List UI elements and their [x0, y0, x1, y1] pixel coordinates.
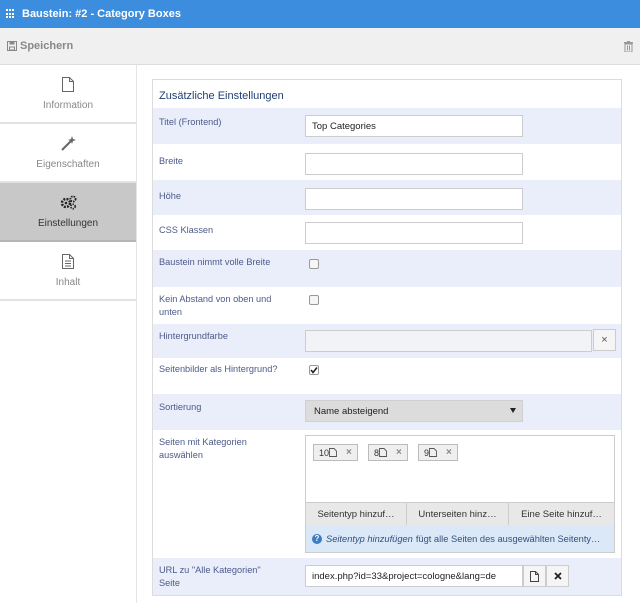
checkmark-icon: [310, 367, 318, 374]
pages-info-italic: Seitentyp hinzufügen: [326, 533, 413, 544]
title-frontend-input[interactable]: Top Categories: [305, 115, 523, 137]
no-spacing-label: Kein Abstand von oben und unten: [159, 294, 272, 317]
page-chip: 9 ×: [418, 444, 458, 461]
pages-info: ? Seitentyp hinzufügen fügt alle Seiten …: [306, 525, 614, 552]
page-chip: 10 ×: [313, 444, 358, 461]
page-images-bg-checkbox[interactable]: [309, 365, 319, 375]
full-width-checkbox[interactable]: [309, 259, 319, 269]
tab-information-label: Information: [42, 99, 94, 111]
row-page-images-bg: Seitenbilder als Hintergrund?: [153, 358, 621, 394]
tab-information[interactable]: Information: [0, 65, 136, 124]
css-classes-input[interactable]: [305, 222, 523, 244]
add-subpages-button[interactable]: Unterseiten hinz…: [407, 503, 509, 526]
add-page-type-button[interactable]: Seitentyp hinzuf…: [306, 503, 407, 526]
pages-info-text: fügt alle Seiten des ausgewählten Seiten…: [415, 533, 601, 544]
file-icon: [379, 448, 387, 457]
width-input[interactable]: [305, 153, 523, 175]
add-single-page-button[interactable]: Eine Seite hinzuf…: [509, 503, 614, 526]
bg-color-label: Hintergrundfarbe: [159, 331, 228, 341]
select-page-button[interactable]: [523, 565, 546, 587]
trash-icon[interactable]: [624, 41, 633, 52]
magic-wand-icon: [60, 135, 76, 151]
panel-title: Zusätzliche Einstellungen: [159, 90, 284, 102]
save-button[interactable]: Speichern: [7, 40, 73, 52]
sorting-select[interactable]: Name absteigend: [305, 400, 523, 422]
pages-selector: 10 × 8 × 9 × Seitentyp hinzuf… Unterseit…: [305, 435, 615, 553]
all-categories-url-input[interactable]: index.php?id=33&project=cologne&lang=de: [305, 565, 523, 587]
row-title-frontend: Titel (Frontend) Top Categories: [153, 108, 621, 144]
tab-einstellungen-label: Einstellungen: [37, 217, 99, 229]
sorting-value: Name absteigend: [314, 405, 389, 417]
sidebar: Information Eigenschaften Einstellungen …: [0, 65, 137, 603]
page-images-bg-label: Seitenbilder als Hintergrund?: [159, 364, 278, 374]
gears-icon: [60, 195, 76, 210]
file-icon: [329, 448, 337, 457]
remove-chip-icon[interactable]: ×: [446, 447, 452, 458]
grid-icon: [6, 9, 16, 19]
file-icon: [530, 570, 539, 582]
height-input[interactable]: [305, 188, 523, 210]
row-height: Höhe: [153, 180, 621, 215]
tab-inhalt-label: Inhalt: [55, 276, 81, 288]
row-width: Breite: [153, 144, 621, 180]
row-no-spacing: Kein Abstand von oben und unten: [153, 287, 621, 324]
file-text-icon: [62, 253, 74, 269]
tab-einstellungen[interactable]: Einstellungen: [0, 183, 136, 242]
pages-button-group: Seitentyp hinzuf… Unterseiten hinz… Eine…: [306, 502, 614, 526]
tab-eigenschaften[interactable]: Eigenschaften: [0, 124, 136, 183]
clear-url-button[interactable]: [546, 565, 569, 587]
close-icon: ×: [601, 334, 608, 346]
pages-label: Seiten mit Kategorien auswählen: [159, 437, 247, 460]
window-titlebar: Baustein: #2 - Category Boxes: [0, 0, 640, 28]
save-label: Speichern: [20, 40, 74, 52]
bg-color-input[interactable]: [305, 330, 592, 352]
window-title: Baustein: #2 - Category Boxes: [22, 8, 181, 20]
settings-panel: Zusätzliche Einstellungen Titel (Fronten…: [152, 79, 622, 596]
row-full-width: Baustein nimmt volle Breite: [153, 250, 621, 287]
row-css-classes: CSS Klassen: [153, 215, 621, 250]
height-label: Höhe: [159, 191, 181, 201]
page-chip-id: 10: [319, 447, 330, 458]
title-frontend-label: Titel (Frontend): [159, 117, 222, 127]
floppy-disk-icon: [7, 41, 17, 51]
all-categories-url-label: URL zu "Alle Kategorien" Seite: [159, 565, 261, 588]
file-icon: [429, 448, 437, 457]
question-icon: ?: [312, 533, 322, 544]
row-sorting: Sortierung Name absteigend: [153, 394, 621, 430]
css-classes-label: CSS Klassen: [159, 225, 214, 235]
tab-inhalt[interactable]: Inhalt: [0, 242, 136, 301]
tab-eigenschaften-label: Eigenschaften: [36, 158, 100, 170]
row-all-categories-url: URL zu "Alle Kategorien" Seite index.php…: [153, 558, 621, 595]
file-icon: [62, 76, 74, 92]
remove-chip-icon[interactable]: ×: [396, 447, 402, 458]
page-chip: 8 ×: [368, 444, 408, 461]
sorting-label: Sortierung: [159, 402, 202, 412]
no-spacing-checkbox[interactable]: [309, 295, 319, 305]
toolbar: Speichern: [0, 28, 640, 65]
row-bg-color: Hintergrundfarbe ×: [153, 324, 621, 358]
caret-down-icon: [510, 408, 516, 413]
bg-color-clear-button[interactable]: ×: [593, 329, 616, 351]
full-width-label: Baustein nimmt volle Breite: [159, 257, 271, 267]
row-pages: Seiten mit Kategorien auswählen 10 × 8 ×…: [153, 430, 621, 558]
width-label: Breite: [159, 156, 184, 166]
remove-chip-icon[interactable]: ×: [346, 447, 352, 458]
close-icon: [553, 572, 562, 580]
